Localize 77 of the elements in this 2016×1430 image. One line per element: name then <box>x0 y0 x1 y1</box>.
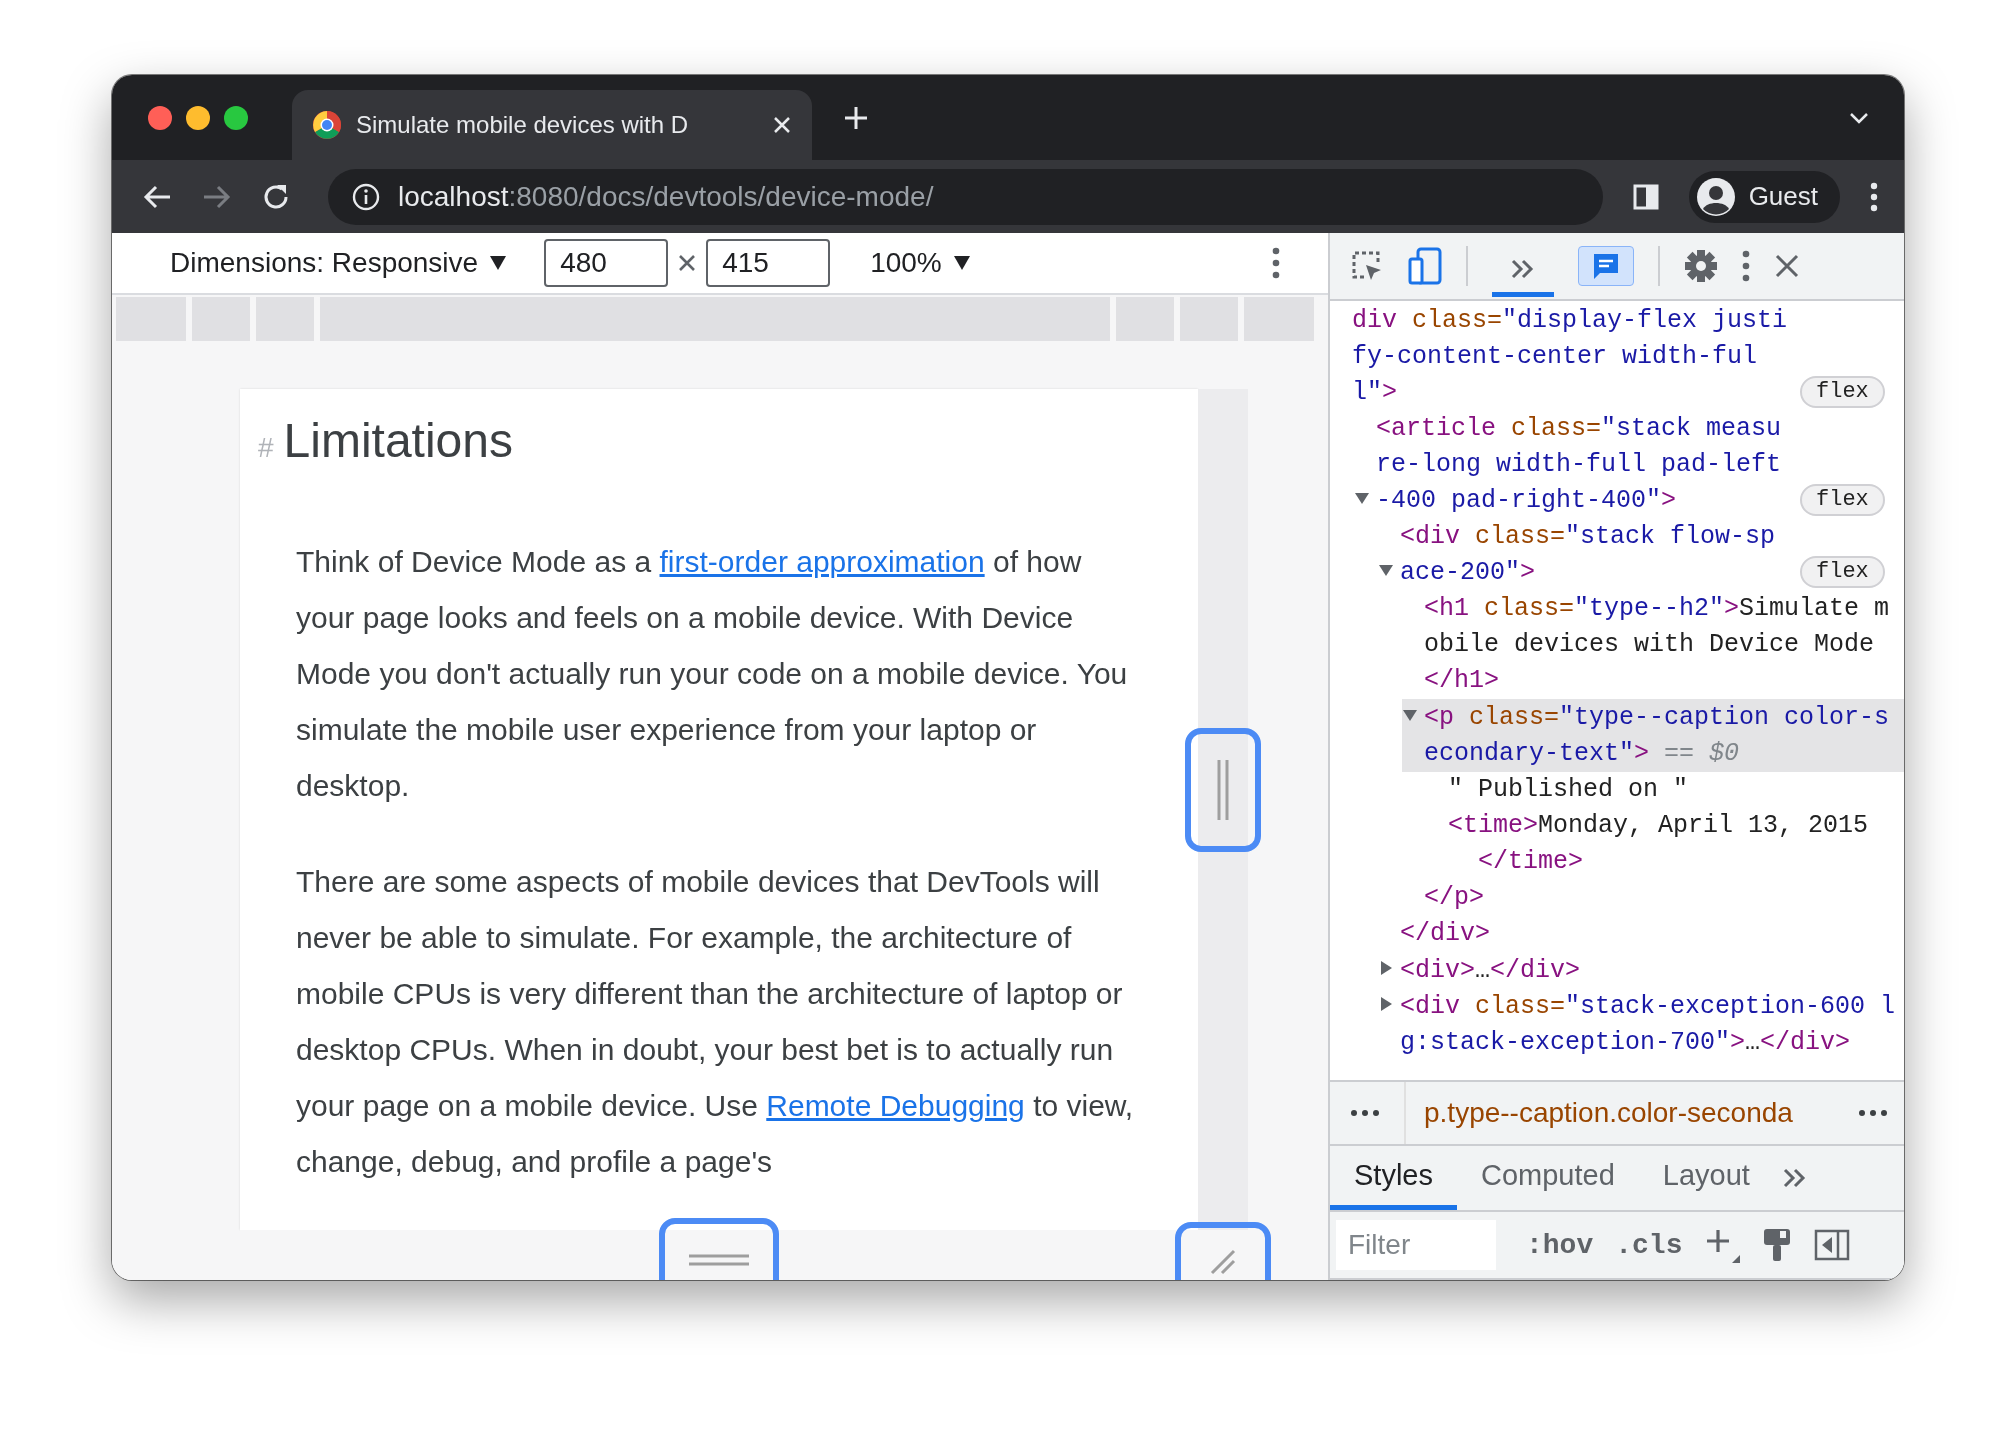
dom-node-code: </div> <box>1400 918 1490 948</box>
reload-icon[interactable] <box>262 182 290 211</box>
dimensions-dropdown[interactable]: Dimensions: Responsive <box>170 247 507 279</box>
back-arrow-icon[interactable] <box>142 183 172 210</box>
sidebar-toggle-icon[interactable] <box>1814 1229 1851 1261</box>
height-input[interactable]: 415 <box>706 239 831 287</box>
more-horizontal-icon[interactable] <box>1350 1109 1380 1117</box>
hover-state-toggle[interactable]: :hov <box>1526 1229 1594 1261</box>
diagonal-grip-icon <box>1208 1247 1238 1277</box>
dom-node-row[interactable]: <div>…</div> <box>1378 951 1904 989</box>
dom-node-row[interactable]: <article class="stack measure-long width-full pad-left-400 pad-right-400"> flex <box>1354 411 1904 519</box>
traffic-light-icon[interactable] <box>186 105 210 130</box>
dom-node-row[interactable]: " Published on " <box>1426 771 1904 808</box>
dom-node-code: " Published on " <box>1448 774 1689 804</box>
dom-node-row[interactable]: <div class="stack flow-space-200"> flex <box>1378 519 1904 591</box>
avatar-icon <box>1696 177 1735 216</box>
dom-node-code: <div>…</div> <box>1400 955 1581 985</box>
browser-logo-icon <box>312 110 342 140</box>
paint-brush-icon[interactable] <box>1762 1227 1793 1263</box>
double-chevron-icon[interactable] <box>1781 1167 1806 1189</box>
forward-arrow-icon <box>202 183 232 210</box>
dom-node-code: </time> <box>1478 846 1584 876</box>
dom-node-row[interactable]: <p class="type--caption color-secondary-text"> == $0 <box>1402 699 1904 772</box>
more-icon[interactable] <box>1742 250 1750 282</box>
device-toolbar-icon[interactable] <box>1408 247 1442 285</box>
page-heading: Limitations <box>283 413 513 468</box>
paragraph: Think of Device Mode as a first-order approximation of how your page looks and feels on a mobile device. With Device Mode you don't actually run your code on a mobile device. You simulate the mobile user experience from your laptop or desktop. <box>296 544 1129 804</box>
tab-title: Simulate mobile devices with D <box>356 111 690 139</box>
paragraph: There are some aspects of mobile devices that DevTools will never be able to simulate. For example, the architecture of mobile CPUs is very different than the architecture of laptop or desktop CPUs. When in doubt, your best bet is to actually run your page on a mobile device. Use Remote Debugging to view, change, debug, and profile a page's <box>296 864 1135 1180</box>
more-horizontal-icon[interactable] <box>1858 1109 1888 1117</box>
grip-lines-icon <box>687 1253 751 1267</box>
close-icon[interactable] <box>1774 253 1800 279</box>
traffic-light-icon[interactable] <box>148 105 172 130</box>
chevron-down-icon[interactable] <box>1848 110 1870 125</box>
chat-icon <box>1591 251 1621 281</box>
dom-node-code: <div class="stack flow-space-200"> <box>1400 521 1777 589</box>
side-panel-icon[interactable] <box>1632 183 1659 210</box>
resize-handle[interactable] <box>659 1218 779 1280</box>
more-icon[interactable] <box>1272 247 1280 279</box>
link[interactable]: first-order approximation <box>659 545 985 578</box>
collapsed-triangle-icon[interactable] <box>1378 959 1394 976</box>
dom-node-code: <p class="type--caption color-secondary-text"> == $0 <box>1424 702 1890 768</box>
link[interactable]: Remote Debugging <box>766 1089 1025 1122</box>
caret-icon <box>953 256 970 270</box>
double-chevron-icon <box>1510 257 1536 280</box>
resize-corner-handle[interactable] <box>1175 1222 1271 1280</box>
filter-input[interactable]: Filter <box>1336 1220 1496 1270</box>
times-icon <box>678 254 697 272</box>
add-rule-icon[interactable] <box>1704 1227 1741 1263</box>
flex-badge[interactable]: flex <box>1800 484 1885 517</box>
url-text: localhost:8080/docs/devtools/device-mode/ <box>398 180 934 213</box>
dom-node-row[interactable]: div class="display-flex justify-content-center width-full"> flex <box>1330 303 1904 411</box>
flex-badge[interactable]: flex <box>1800 556 1885 589</box>
more-icon[interactable] <box>1870 181 1878 212</box>
grip-lines-icon <box>1215 757 1231 822</box>
resize-handle[interactable] <box>1185 727 1261 852</box>
flex-badge[interactable]: flex <box>1800 376 1885 409</box>
dom-node-code: </p> <box>1424 882 1484 912</box>
dom-node-code: <article class="stack measure-long width-full pad-left-400 pad-right-400"> <box>1376 413 1783 517</box>
address-bar[interactable]: localhost:8080/docs/devtools/device-mode/ <box>328 168 1603 225</box>
traffic-light-icon[interactable] <box>224 105 248 130</box>
dom-node-code: <time>Monday, April 13, 2015 <box>1448 810 1869 840</box>
dom-node-code: div class="display-flex justify-content-center width-full"> <box>1352 305 1789 409</box>
browser-tab[interactable]: Simulate mobile devices with D <box>292 90 812 160</box>
class-toggle[interactable]: .cls <box>1615 1229 1683 1261</box>
profile-button[interactable]: Guest <box>1688 170 1840 223</box>
dom-node-row[interactable]: <time>Monday, April 13, 2015 <box>1426 807 1904 844</box>
zoom-dropdown[interactable]: 100% <box>870 247 970 279</box>
caret-icon <box>490 256 507 270</box>
settings-icon[interactable] <box>1684 249 1718 283</box>
width-input[interactable]: 480 <box>544 239 669 287</box>
panel-tab[interactable]: Computed <box>1457 1146 1639 1210</box>
info-icon[interactable] <box>352 182 380 211</box>
expanded-triangle-icon[interactable] <box>1402 707 1418 723</box>
issues-button[interactable] <box>1578 246 1634 286</box>
panel-tab[interactable]: Layout <box>1638 1146 1774 1210</box>
collapsed-triangle-icon[interactable] <box>1378 996 1394 1013</box>
